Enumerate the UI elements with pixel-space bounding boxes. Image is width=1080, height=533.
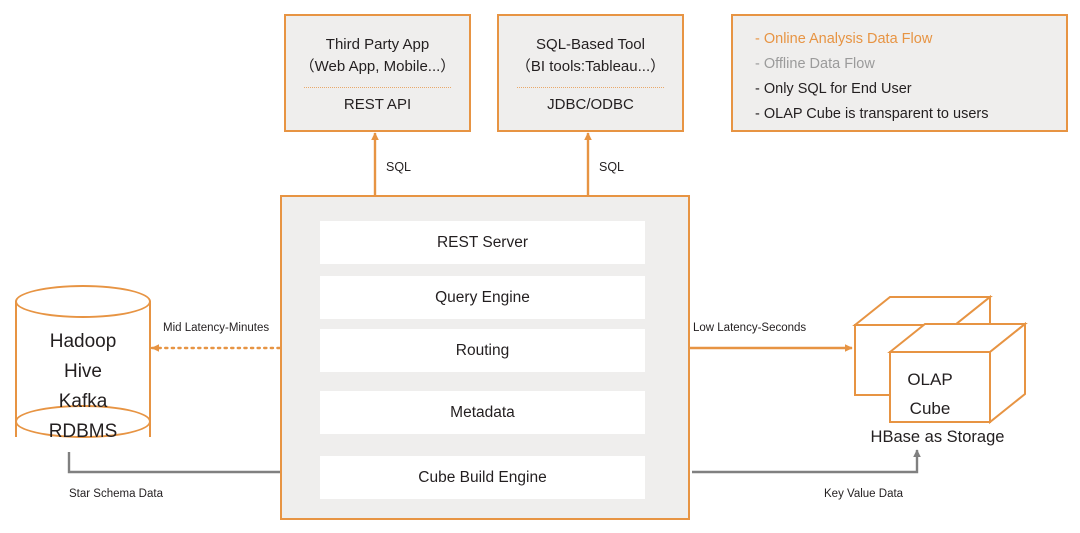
sql-label-left: SQL (386, 160, 412, 174)
hbase-storage-caption: HBase as Storage (870, 428, 1005, 446)
legend-item-offline: - Offline Data Flow (755, 51, 1050, 76)
legend-label-online-analysis: - Online Analysis Data Flow (755, 30, 933, 47)
sql-based-tool-title-line1: SQL-Based Tool (536, 35, 645, 53)
third-party-app-box[interactable]: Third Party App （Web App, Mobile...） RES… (284, 14, 471, 132)
legend-label-only-sql: - Only SQL for End User (755, 80, 912, 97)
third-party-app-title-line2: （Web App, Mobile...） (299, 57, 456, 75)
legend-item-only-sql: - Only SQL for End User (755, 76, 1050, 101)
platform-layer-label: REST Server (436, 233, 529, 251)
low-latency-label: Low Latency-Seconds (693, 322, 807, 334)
cylinder-top-ellipse (15, 285, 151, 318)
data-source-item: Hive (63, 361, 102, 382)
mid-latency-label: Mid Latency-Minutes (163, 322, 270, 334)
sql-based-tool-protocol: JDBC/ODBC (547, 95, 634, 113)
data-sources-cylinder[interactable]: Hadoop Hive Kafka RDBMS (15, 285, 151, 453)
third-party-app-divider (304, 86, 451, 88)
platform-layer-label: Cube Build Engine (418, 468, 547, 486)
sql-based-tool-box[interactable]: SQL-Based Tool （BI tools:Tableau...） JDB… (497, 14, 684, 132)
third-party-app-title-line1: Third Party App (325, 35, 430, 53)
platform-layer-query-engine[interactable]: Query Engine (320, 276, 645, 319)
platform-layer-metadata[interactable]: Metadata (320, 391, 645, 434)
sql-based-tool-divider (517, 86, 664, 88)
sql-label-right: SQL (599, 160, 625, 174)
data-source-item: Hadoop (49, 331, 117, 352)
legend-item-online-analysis: - Online Analysis Data Flow (755, 26, 1050, 51)
olap-cube-group[interactable]: OLAP Cube (845, 287, 1028, 427)
olap-cube-label: OLAP Cube (840, 365, 1020, 423)
data-source-item: RDBMS (48, 421, 118, 442)
kylin-platform-container: REST Server Query Engine Routing Metadat… (280, 195, 690, 520)
legend-label-offline: - Offline Data Flow (755, 55, 875, 72)
sql-based-tool-title-line2: （BI tools:Tableau...） (515, 57, 666, 75)
legend-arrow-online-slot (958, 32, 1036, 46)
olap-cube-label-line1: OLAP (907, 370, 953, 389)
platform-layer-routing[interactable]: Routing (320, 329, 645, 372)
platform-layer-cube-build-engine[interactable]: Cube Build Engine (320, 456, 645, 499)
olap-cube-label-line2: Cube (909, 399, 951, 418)
platform-layer-rest-server[interactable]: REST Server (320, 221, 645, 264)
star-schema-label: Star Schema Data (69, 488, 163, 500)
key-value-arrow (692, 449, 921, 474)
third-party-app-protocol: REST API (343, 95, 412, 113)
legend-item-olap-transparent: - OLAP Cube is transparent to users (755, 101, 1050, 126)
diagram-canvas: Third Party App （Web App, Mobile...） RES… (0, 0, 1080, 533)
platform-layer-label: Query Engine (435, 288, 530, 306)
data-source-item: Kafka (58, 391, 108, 412)
platform-layer-label: Routing (455, 341, 510, 359)
star-schema-arrow (67, 452, 315, 476)
legend-box: - Online Analysis Data Flow - Offline Da… (731, 14, 1068, 132)
legend-arrow-offline-slot (901, 57, 979, 71)
platform-layer-label: Metadata (450, 403, 515, 421)
legend-label-olap-transparent: - OLAP Cube is transparent to users (755, 105, 989, 122)
data-sources-labels: Hadoop Hive Kafka RDBMS (15, 327, 151, 447)
key-value-label: Key Value Data (824, 488, 904, 500)
